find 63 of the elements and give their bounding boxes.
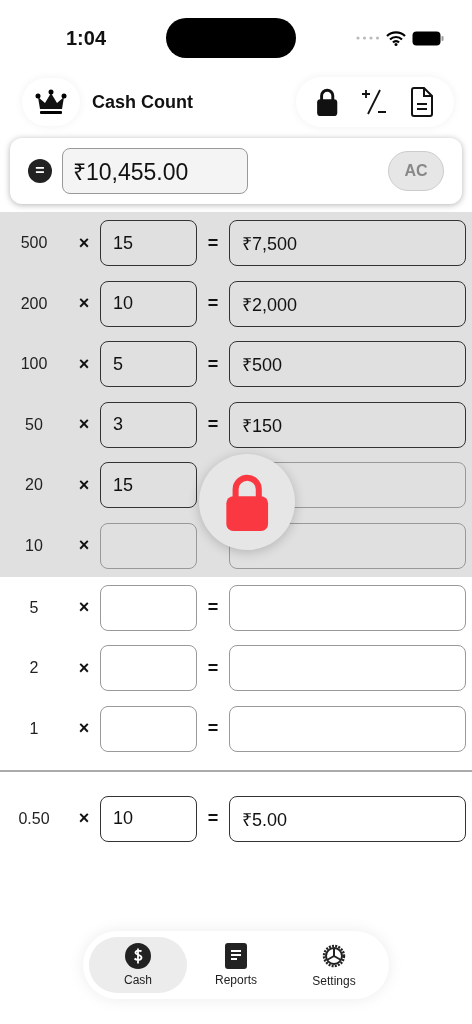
amount-field: ₹7,500 bbox=[229, 220, 466, 266]
multiply-sign: × bbox=[77, 414, 91, 435]
quantity-field[interactable]: 15 bbox=[100, 462, 197, 508]
equals-sign: = bbox=[206, 293, 220, 314]
multiply-sign: × bbox=[77, 535, 91, 556]
equals-sign: = bbox=[206, 657, 220, 679]
denomination-label: 2 bbox=[28, 659, 40, 677]
document-icon bbox=[225, 943, 247, 969]
lock-button[interactable] bbox=[199, 454, 295, 550]
equals-sign: = bbox=[206, 718, 220, 739]
quantity-field[interactable]: 10 bbox=[100, 795, 197, 842]
multiply-sign: × bbox=[77, 474, 91, 496]
multiply-sign: × bbox=[77, 293, 91, 314]
tab[interactable]: Reports bbox=[187, 937, 285, 993]
gear-icon bbox=[320, 942, 348, 970]
plus-minus-icon[interactable] bbox=[360, 88, 388, 116]
multiply-sign: × bbox=[77, 232, 91, 254]
denomination-label: 0.50 bbox=[17, 809, 51, 828]
equals-sign: = bbox=[206, 597, 220, 618]
premium-button[interactable] bbox=[22, 78, 80, 126]
denomination-label: 10 bbox=[24, 536, 44, 555]
amount-field: ₹500 bbox=[229, 341, 466, 387]
battery-icon bbox=[412, 30, 444, 46]
document-icon[interactable] bbox=[410, 87, 434, 117]
denomination-label: 50 bbox=[24, 415, 44, 434]
quantity-field[interactable]: 15 bbox=[100, 220, 197, 266]
denomination-label: 5 bbox=[28, 598, 40, 617]
multiply-sign: × bbox=[77, 718, 91, 739]
crown-icon bbox=[35, 89, 67, 115]
denomination-label: 500 bbox=[19, 234, 49, 252]
quantity-field[interactable] bbox=[100, 645, 197, 691]
status-time: 1:04 bbox=[66, 26, 107, 50]
denomination-label: 200 bbox=[19, 294, 49, 313]
multiply-sign: × bbox=[77, 353, 91, 375]
equals-sign: = bbox=[206, 353, 220, 375]
multiply-sign: × bbox=[77, 808, 91, 829]
denomination-label: 1 bbox=[28, 719, 40, 738]
quantity-field[interactable]: 5 bbox=[100, 341, 197, 387]
app-title: Cash Count bbox=[92, 91, 193, 113]
quantity-field[interactable]: 3 bbox=[100, 401, 197, 448]
amount-field: ₹2,000 bbox=[229, 280, 466, 327]
denomination-label: 20 bbox=[24, 476, 44, 494]
quantity-field[interactable]: 10 bbox=[100, 280, 197, 327]
total-field: ₹10,455.00 bbox=[62, 148, 248, 194]
wifi-icon bbox=[386, 30, 406, 46]
quantity-field[interactable] bbox=[100, 705, 197, 752]
equals-sign: = bbox=[206, 232, 220, 254]
amount-field: ₹5.00 bbox=[229, 795, 466, 842]
lock-icon bbox=[315, 88, 338, 116]
multiply-sign: × bbox=[77, 597, 91, 618]
equals-icon: = bbox=[28, 159, 52, 183]
signal-icon bbox=[356, 36, 380, 40]
quantity-field[interactable] bbox=[100, 522, 197, 569]
tab[interactable]: Settings bbox=[285, 937, 383, 993]
dollar-icon bbox=[125, 943, 151, 969]
lock-icon bbox=[223, 473, 271, 531]
multiply-sign: × bbox=[77, 657, 91, 679]
amount-field: ₹150 bbox=[229, 401, 466, 448]
equals-sign: = bbox=[206, 414, 220, 435]
quantity-field[interactable] bbox=[100, 584, 197, 631]
tab[interactable]: Cash bbox=[89, 937, 187, 993]
equals-sign: = bbox=[206, 808, 220, 829]
denomination-label: 100 bbox=[19, 355, 49, 373]
